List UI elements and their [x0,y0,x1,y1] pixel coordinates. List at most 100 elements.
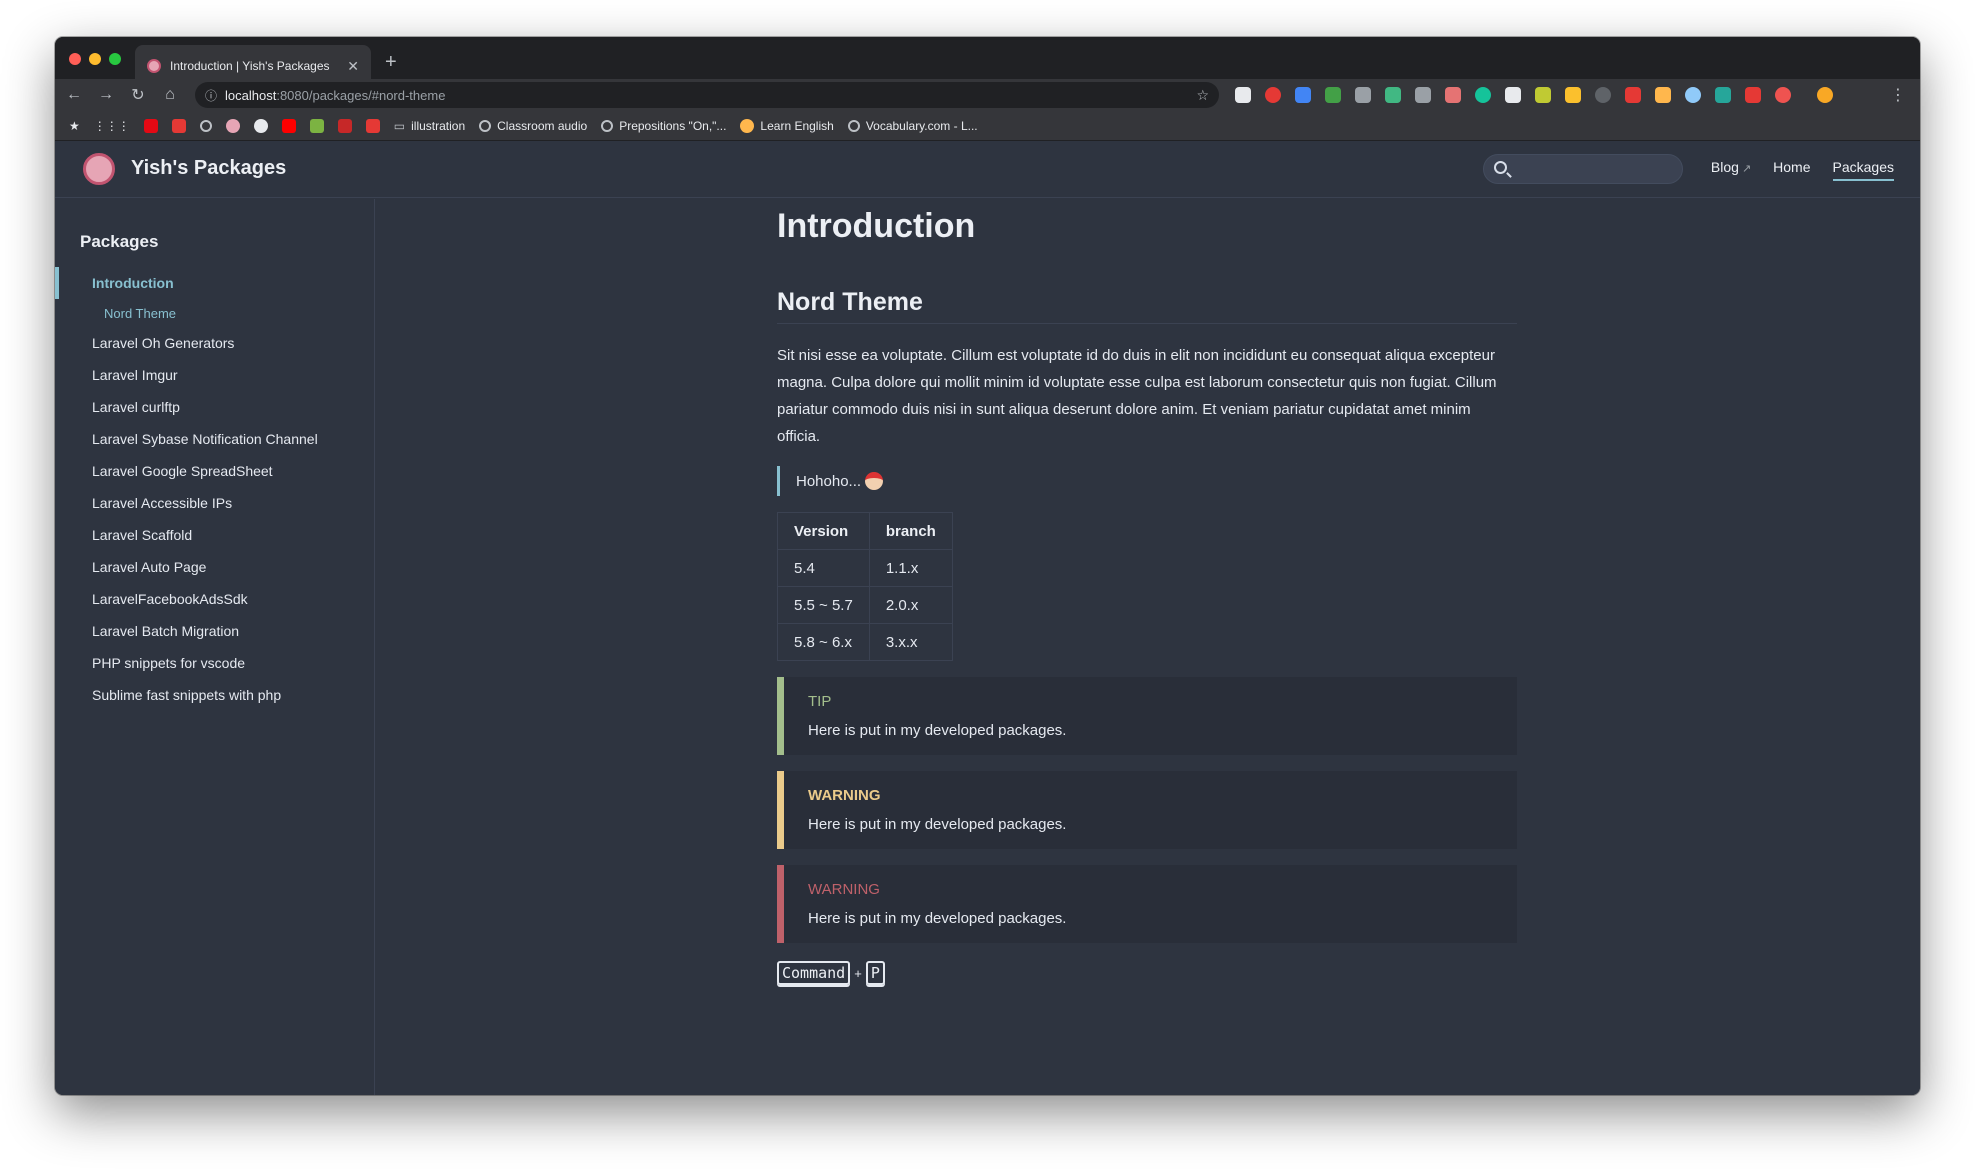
table-cell: 2.0.x [868,586,953,624]
extension-icon[interactable] [1505,87,1521,103]
translate-extension-icon[interactable] [1295,87,1311,103]
browser-menu-icon[interactable]: ⋮ [1890,85,1906,105]
main-content: Introduction Nord Theme Sit nisi esse ea… [777,199,1517,985]
sidebar-item[interactable]: Laravel Oh Generators [55,327,375,359]
github-bookmark-icon[interactable] [253,118,268,133]
new-tab-button[interactable]: + [385,51,397,74]
nav-link-packages[interactable]: Packages [1832,159,1894,181]
bookmark-label: Prepositions "On,"... [619,118,727,133]
bookmark-label: Vocabulary.com - L... [865,118,978,133]
table-cell: 1.1.x [868,549,953,587]
sidebar-heading[interactable]: Packages [80,232,158,252]
extension-icon[interactable] [1445,87,1461,103]
adobe-bookmark-icon[interactable] [365,118,380,133]
bookmark-learn-english[interactable]: Learn English [740,118,834,133]
extension-icon[interactable] [1655,87,1671,103]
maximize-window-button[interactable] [109,53,121,65]
home-icon[interactable]: ⌂ [157,86,183,104]
search-input[interactable] [1483,154,1683,184]
extension-icon[interactable] [1565,87,1581,103]
nav-links: Blog ↗ Home Packages [1711,159,1894,181]
quote-text: Hohoho... [796,472,862,490]
duolingo-bookmark-icon[interactable] [309,118,324,133]
close-tab-icon[interactable]: ✕ [347,58,359,75]
extension-icon[interactable] [1715,87,1731,103]
nav-link-label: Blog [1710,159,1739,175]
extension-icon[interactable] [1265,87,1281,103]
bookmark-icon[interactable] [171,118,186,133]
extension-icon[interactable] [1325,87,1341,103]
sidebar-item[interactable]: Laravel Google SpreadSheet [55,455,375,487]
warning-block: WARNING Here is put in my developed pack… [777,771,1517,849]
extension-icon[interactable] [1625,87,1641,103]
sidebar-item[interactable]: Laravel Sybase Notification Channel [55,423,375,455]
bookmark-illustration[interactable]: ▭ illustration [394,119,465,133]
sidebar-item[interactable]: Sublime fast snippets with php [55,679,375,711]
notion-extension-icon[interactable] [1235,87,1251,103]
extension-icon[interactable] [1355,87,1371,103]
section-heading: Nord Theme [777,288,1517,324]
sidebar-item[interactable]: Laravel Scaffold [55,519,375,551]
reload-icon[interactable]: ↻ [125,85,151,105]
sidebar: Packages Introduction Nord Theme Laravel… [55,199,375,1095]
sidebar-item[interactable]: LaravelFacebookAdsSdk [55,583,375,615]
extension-icon[interactable] [1415,87,1431,103]
globe-icon[interactable] [199,119,212,132]
profile-avatar-icon[interactable] [1817,87,1833,103]
table-header: branch [868,512,953,550]
extension-icon[interactable] [1535,87,1551,103]
globe-icon [479,119,492,132]
warning-text: Here is put in my developed packages. [808,816,1067,833]
vue-devtools-icon[interactable] [1385,87,1401,103]
sidebar-item[interactable]: Laravel Imgur [55,359,375,391]
bookmarks-star-icon[interactable]: ★ [69,119,80,133]
close-window-button[interactable] [69,53,81,65]
page-viewport: Yish's Packages Blog ↗ Home Packages Pack… [55,141,1920,1095]
keyboard-shortcut: Command + P [777,961,1517,985]
bookmark-star-icon[interactable]: ☆ [1196,87,1209,104]
sidebar-item[interactable]: PHP snippets for vscode [55,647,375,679]
sidebar-list: Introduction Nord Theme Laravel Oh Gener… [55,267,375,711]
back-icon[interactable]: ← [61,86,87,104]
site-info-icon[interactable]: ⓘ [205,87,217,104]
nav-link-home[interactable]: Home [1773,159,1810,181]
santa-emoji-icon [865,472,884,490]
sidebar-item[interactable]: Laravel Auto Page [55,551,375,583]
danger-block: WARNING Here is put in my developed pack… [777,865,1517,943]
table-header: Version [777,512,870,550]
nav-link-blog[interactable]: Blog ↗ [1711,159,1751,181]
netflix-bookmark-icon[interactable] [143,118,158,133]
bookmark-vocabulary[interactable]: Vocabulary.com - L... [847,118,978,133]
danger-title: WARNING [808,881,880,898]
apps-grid-icon[interactable]: ⋮⋮⋮ [94,119,130,133]
sidebar-item[interactable]: Laravel Batch Migration [55,615,375,647]
bookmark-prepositions[interactable]: Prepositions "On,"... [601,119,726,133]
bookmark-icon[interactable] [337,118,352,133]
bookmark-icon[interactable] [225,118,240,133]
grammarly-icon[interactable] [1475,87,1491,103]
kbd-command: Command [777,961,851,985]
extension-icon[interactable] [1775,87,1791,103]
bookmark-label: Learn English [760,118,834,133]
table-row: 5.8 ~ 6.x 3.x.x [777,623,953,661]
extension-icon[interactable] [1685,87,1701,103]
browser-window: Introduction | Yish's Packages ✕ + ← → ↻… [55,37,1920,1095]
bookmark-label: illustration [411,118,466,133]
address-bar[interactable]: ⓘ localhost :8080/packages/#nord-theme ☆ [195,82,1219,108]
sidebar-subitem-nord-theme[interactable]: Nord Theme [55,299,375,327]
youtube-bookmark-icon[interactable] [281,118,296,133]
minimize-window-button[interactable] [89,53,101,65]
site-logo-icon[interactable] [83,153,115,185]
bookmark-label: Classroom audio [497,118,588,133]
forward-icon[interactable]: → [93,86,119,104]
kbd-plus: + [854,965,862,981]
sidebar-item-introduction[interactable]: Introduction [55,267,375,299]
body-paragraph: Sit nisi esse ea voluptate. Cillum est v… [777,347,1497,445]
extension-icon[interactable] [1745,87,1761,103]
bookmark-classroom-audio[interactable]: Classroom audio [479,119,587,133]
sidebar-item[interactable]: Laravel curlftp [55,391,375,423]
extension-icon[interactable] [1595,87,1611,103]
version-table: Version branch 5.4 1.1.x 5.5 ~ 5.7 2.0.x… [777,512,953,661]
sidebar-item[interactable]: Laravel Accessible IPs [55,487,375,519]
site-title[interactable]: Yish's Packages [131,157,286,180]
